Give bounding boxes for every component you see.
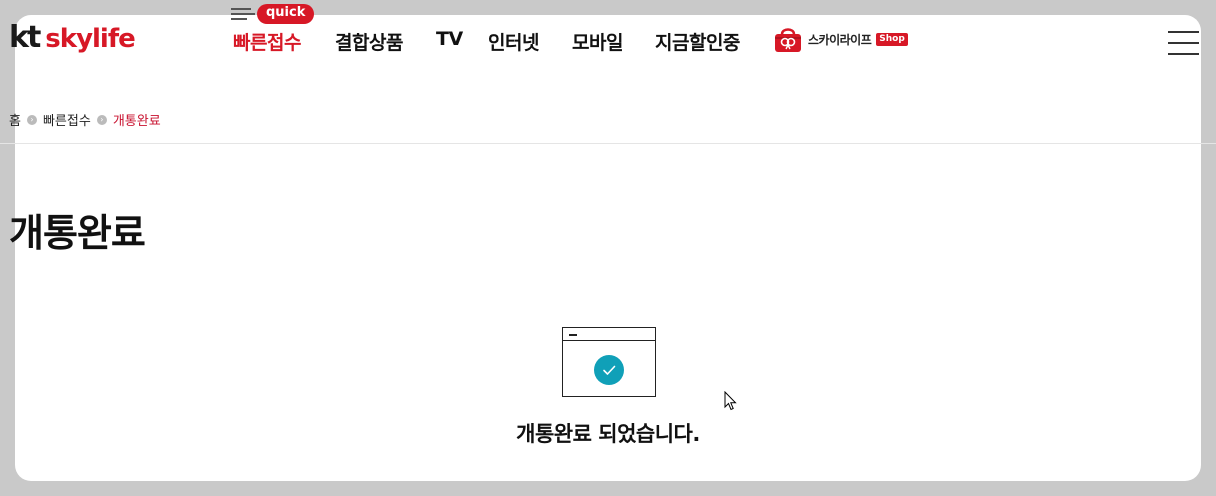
nav-quick-apply[interactable]: 빠른접수 <box>233 28 301 55</box>
shop-badge: Shop <box>876 32 908 46</box>
quick-badge: quick <box>257 4 315 24</box>
shopping-bag-icon <box>775 28 801 52</box>
header-divider <box>0 143 1216 144</box>
mouse-cursor-icon <box>724 391 737 411</box>
nav-tv[interactable]: TV <box>436 28 463 50</box>
nav-mobile[interactable]: 모바일 <box>572 28 623 55</box>
breadcrumb-current: 개통완료 <box>112 114 161 129</box>
window-titlebar <box>563 328 655 341</box>
chevron-right-icon: › <box>26 114 37 125</box>
nav-discount[interactable]: 지금할인중 <box>655 28 740 55</box>
quick-lines-icon <box>231 8 255 22</box>
breadcrumb-quick-apply[interactable]: 빠른접수 <box>43 110 91 129</box>
breadcrumb: 홈 › 빠른접수 › 개통완료 <box>9 110 161 129</box>
nav-bundle[interactable]: 결합상품 <box>335 28 403 55</box>
check-circle-icon <box>594 355 624 385</box>
page-card <box>15 15 1201 481</box>
nav-internet[interactable]: 인터넷 <box>488 28 539 55</box>
hamburger-icon[interactable] <box>1168 31 1199 55</box>
shop-label: 스카이라이프 <box>808 32 872 47</box>
skylife-shop-link[interactable]: 스카이라이프 Shop <box>773 25 908 53</box>
window-check-icon <box>562 327 656 397</box>
page-title: 개통완료 <box>9 211 146 255</box>
breadcrumb-home[interactable]: 홈 <box>9 110 21 129</box>
completion-message: 개통완료 되었습니다. <box>516 422 700 446</box>
checkmark-icon <box>603 365 616 375</box>
chevron-right-icon: › <box>96 114 107 125</box>
window-dash <box>569 334 577 336</box>
quick-indicator: quick <box>231 4 315 24</box>
main-nav: quick 빠른접수 결합상품 TV 인터넷 모바일 지금할인중 스카이라이프 … <box>0 0 1216 80</box>
